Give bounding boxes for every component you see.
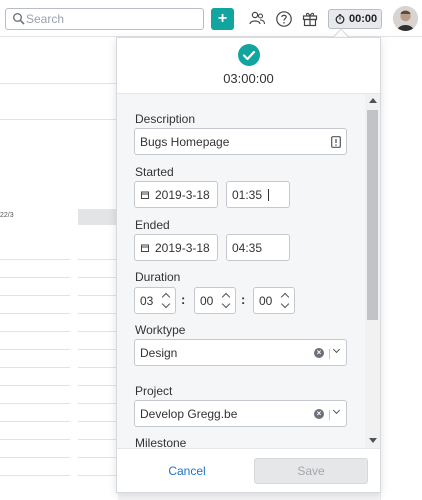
scroll-thumb[interactable] [367, 110, 378, 320]
calendar-icon [141, 191, 149, 199]
form-scrollbar[interactable] [365, 94, 380, 448]
divider [0, 119, 116, 120]
gift-icon[interactable] [301, 10, 319, 28]
clear-icon[interactable]: × [314, 409, 324, 419]
popover-header: 03:00:00 [117, 38, 380, 94]
divider [0, 367, 70, 368]
background-right-panel [380, 37, 422, 500]
stopwatch-icon [335, 14, 345, 24]
divider [78, 331, 116, 332]
worktype-select[interactable]: Design × [134, 339, 347, 366]
chevron-down-icon[interactable] [280, 299, 290, 309]
timer-button[interactable]: 00:00 [328, 9, 382, 29]
text-cursor [268, 189, 269, 201]
chevron-down-icon[interactable] [221, 299, 231, 309]
divider [0, 421, 70, 422]
search-icon [13, 13, 25, 25]
milestone-label: Milestone [135, 436, 187, 448]
divider [0, 295, 70, 296]
ended-date-field[interactable]: 2019-3-18 [134, 234, 218, 261]
divider [78, 367, 116, 368]
divider [78, 421, 116, 422]
popover-form: Description Bugs Homepage Started 2019-3… [117, 94, 380, 448]
divider [78, 403, 116, 404]
scroll-down-icon[interactable] [369, 438, 377, 443]
divider [78, 295, 116, 296]
divider [0, 331, 70, 332]
search-box[interactable] [5, 8, 204, 30]
description-field[interactable]: Bugs Homepage [134, 128, 347, 155]
divider [78, 457, 116, 458]
divider [78, 259, 116, 260]
chevron-down-icon[interactable] [161, 299, 171, 309]
divider [78, 475, 116, 476]
started-time-value: 01:35 [232, 188, 263, 202]
started-label: Started [135, 165, 174, 179]
duration-hours-value: 03 [140, 294, 154, 308]
duration-separator: : [181, 292, 186, 307]
divider [0, 403, 70, 404]
duration-seconds-value: 00 [259, 294, 273, 308]
divider [0, 457, 70, 458]
users-icon[interactable] [248, 10, 266, 28]
user-avatar-icon [393, 6, 418, 31]
duration-minutes-stepper[interactable]: 00 [194, 287, 236, 314]
search-input[interactable] [26, 10, 196, 28]
notes-icon[interactable] [331, 136, 341, 148]
save-button[interactable]: Save [254, 458, 368, 484]
background-list: 22/3 [0, 37, 118, 500]
clear-icon[interactable]: × [314, 348, 324, 358]
calendar-icon [141, 244, 149, 252]
divider [0, 313, 70, 314]
divider [0, 439, 70, 440]
chevron-down-icon[interactable] [332, 406, 341, 415]
description-value: Bugs Homepage [140, 135, 230, 149]
popover-footer: Cancel Save [117, 448, 380, 492]
help-icon[interactable] [275, 10, 293, 28]
time-entry-popover: 03:00:00 Description Bugs Homepage Start… [116, 37, 381, 493]
divider [78, 385, 116, 386]
worktype-value: Design [140, 346, 178, 360]
started-date-value: 2019-3-18 [155, 188, 210, 202]
divider [0, 475, 70, 476]
started-date-field[interactable]: 2019-3-18 [134, 181, 218, 208]
ended-label: Ended [135, 218, 170, 232]
ended-time-field[interactable]: 04:35 [226, 234, 290, 261]
select-separator [329, 349, 330, 359]
check-circle-icon [238, 44, 260, 66]
duration-hours-stepper[interactable]: 03 [134, 287, 176, 314]
timer-value: 00:00 [349, 13, 378, 25]
divider [0, 349, 70, 350]
scroll-up-icon[interactable] [369, 98, 377, 103]
background-date: 22/3 [0, 212, 14, 219]
divider [0, 277, 70, 278]
cancel-button[interactable]: Cancel [163, 464, 211, 478]
chevron-down-icon[interactable] [332, 345, 341, 354]
duration-separator: : [241, 292, 246, 307]
divider [0, 259, 70, 260]
project-select[interactable]: Develop Gregg.be × [134, 400, 347, 427]
background-bar [78, 209, 118, 225]
ended-date-value: 2019-3-18 [155, 241, 210, 255]
divider [0, 83, 116, 84]
top-bar: + 00:00 [0, 0, 422, 37]
project-value: Develop Gregg.be [140, 407, 238, 421]
divider [0, 385, 70, 386]
project-label: Project [135, 384, 173, 398]
duration-seconds-stepper[interactable]: 00 [253, 287, 295, 314]
divider [78, 349, 116, 350]
duration-label: Duration [135, 270, 181, 284]
select-separator [329, 410, 330, 420]
description-label: Description [135, 112, 196, 126]
duration-minutes-value: 00 [200, 294, 214, 308]
worktype-label: Worktype [135, 323, 186, 337]
divider [78, 277, 116, 278]
add-button[interactable]: + [211, 8, 234, 30]
divider [78, 439, 116, 440]
divider [78, 313, 116, 314]
ended-time-value: 04:35 [232, 241, 263, 255]
avatar[interactable] [393, 6, 418, 31]
started-time-field[interactable]: 01:35 [226, 181, 290, 208]
total-duration: 03:00:00 [223, 71, 274, 86]
